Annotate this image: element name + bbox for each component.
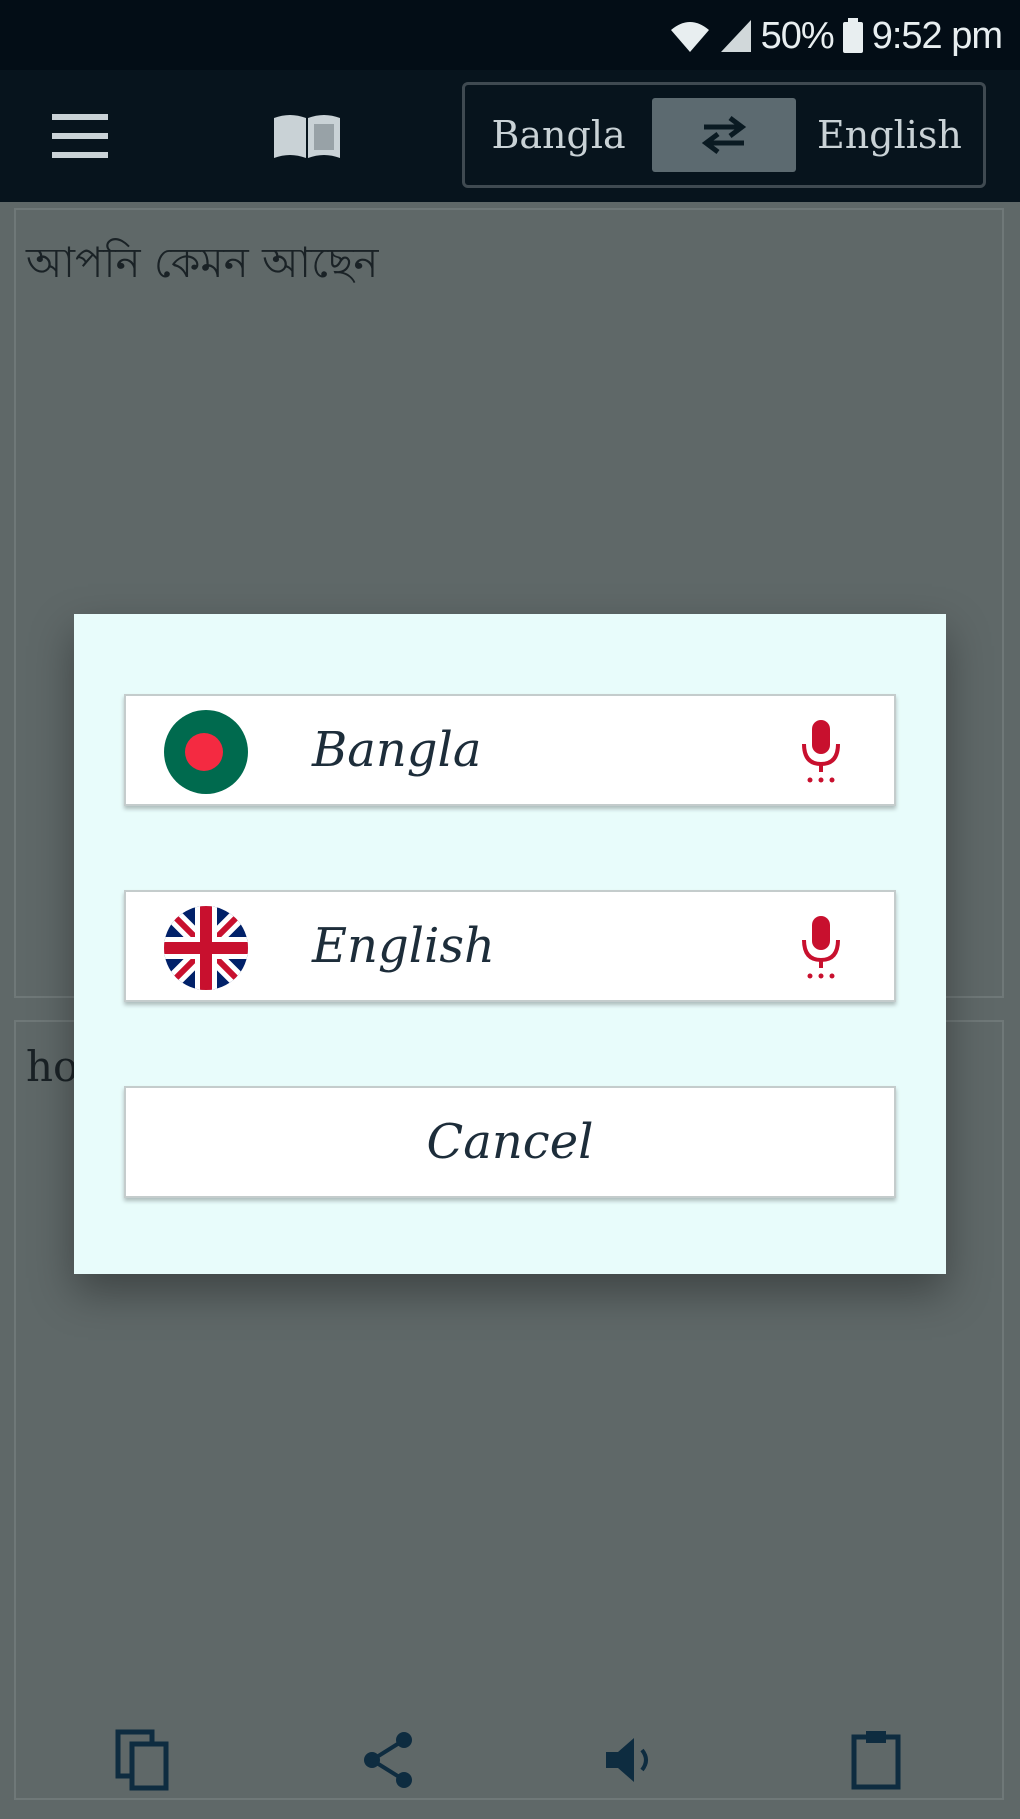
swap-icon bbox=[701, 116, 747, 154]
cancel-button[interactable]: Cancel bbox=[124, 1086, 896, 1198]
input-text[interactable]: আপনি কেমন আছেন bbox=[26, 230, 379, 301]
battery-icon bbox=[842, 18, 863, 53]
clipboard-icon bbox=[851, 1731, 901, 1790]
output-text: ho bbox=[26, 1042, 79, 1091]
wifi-icon bbox=[670, 22, 709, 52]
share-icon bbox=[364, 1732, 412, 1788]
copy-button[interactable] bbox=[102, 1720, 182, 1800]
language-switcher: Bangla English bbox=[462, 82, 986, 188]
toolbar: Bangla English bbox=[0, 70, 1020, 202]
speak-button[interactable] bbox=[590, 1720, 670, 1800]
status-indicators: 50% 9:52 pm bbox=[669, 12, 1003, 60]
bottom-action-bar bbox=[0, 1720, 1020, 1800]
swap-languages-button[interactable] bbox=[652, 98, 796, 172]
uk-flag-icon bbox=[164, 906, 248, 990]
bangladesh-flag-icon bbox=[164, 710, 248, 794]
target-language-button[interactable]: English bbox=[796, 113, 983, 157]
book-icon[interactable] bbox=[272, 112, 342, 162]
signal-icon bbox=[720, 20, 751, 52]
option-bangla-label: Bangla bbox=[312, 722, 482, 778]
option-english[interactable]: English bbox=[124, 890, 896, 1002]
copy-icon bbox=[115, 1729, 169, 1791]
clock: 9:52 pm bbox=[871, 14, 1003, 57]
cancel-label: Cancel bbox=[426, 1114, 594, 1170]
speaker-icon bbox=[606, 1738, 648, 1782]
share-button[interactable] bbox=[348, 1720, 428, 1800]
option-bangla[interactable]: Bangla bbox=[124, 694, 896, 806]
menu-icon[interactable] bbox=[48, 108, 112, 164]
voice-language-dialog: Bangla English Cancel bbox=[74, 614, 946, 1274]
mic-icon[interactable] bbox=[798, 718, 844, 784]
battery-percent: 50% bbox=[760, 14, 835, 57]
paste-button[interactable] bbox=[836, 1720, 916, 1800]
source-language-button[interactable]: Bangla bbox=[465, 113, 652, 157]
option-english-label: English bbox=[312, 918, 495, 974]
mic-icon[interactable] bbox=[798, 914, 844, 980]
status-bar: 50% 9:52 pm bbox=[0, 0, 1020, 70]
